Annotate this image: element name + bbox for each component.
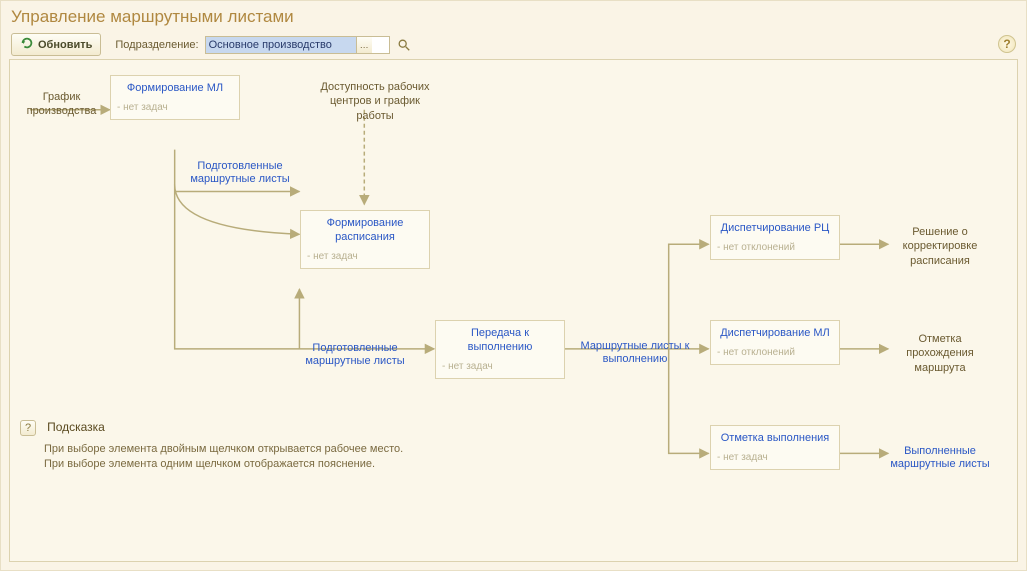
label-completed: Выполненные маршрутные листы: [885, 445, 995, 471]
hint-icon[interactable]: ?: [20, 420, 36, 436]
node-disp-rc[interactable]: Диспетчирование РЦ - нет отклонений: [710, 215, 840, 260]
node-form-sched-title: Формирование расписания: [307, 217, 423, 245]
edge-prepared-2: Подготовленные маршрутные листы: [295, 342, 415, 368]
node-form-ml-sub: - нет задач: [117, 102, 233, 113]
edge-prepared-1: Подготовленные маршрутные листы: [180, 160, 300, 186]
help-icon[interactable]: ?: [998, 35, 1016, 53]
node-transfer[interactable]: Передача к выполнению - нет задач: [435, 320, 565, 379]
node-transfer-title: Передача к выполнению: [442, 327, 558, 355]
node-form-ml[interactable]: Формирование МЛ - нет задач: [110, 75, 240, 120]
hint-line-2: При выборе элемента одним щелчком отобра…: [44, 457, 440, 472]
search-icon[interactable]: [396, 37, 412, 53]
refresh-icon: [20, 36, 34, 53]
label-input-graph: График производства: [14, 90, 109, 119]
node-transfer-sub: - нет задач: [442, 361, 558, 372]
label-route-mark: Отметка прохождения маршрута: [885, 332, 995, 375]
node-form-ml-title: Формирование МЛ: [117, 82, 233, 96]
subdivision-input-wrap: …: [205, 36, 390, 54]
node-disp-rc-title: Диспетчирование РЦ: [717, 222, 833, 236]
node-disp-ml[interactable]: Диспетчирование МЛ - нет отклонений: [710, 320, 840, 365]
hint-line-1: При выборе элемента двойным щелчком откр…: [44, 442, 440, 457]
hint-box: ? Подсказка При выборе элемента двойным …: [20, 420, 440, 472]
node-mark-done-title: Отметка выполнения: [717, 432, 833, 446]
hint-title: Подсказка: [47, 420, 105, 434]
node-mark-done[interactable]: Отметка выполнения - нет задач: [710, 425, 840, 470]
subdivision-input[interactable]: [206, 37, 356, 53]
refresh-label: Обновить: [38, 39, 92, 51]
node-mark-done-sub: - нет задач: [717, 452, 833, 463]
subdivision-ellipsis-button[interactable]: …: [356, 37, 372, 53]
subdivision-label: Подразделение:: [115, 39, 198, 51]
page-title: Управление маршрутными листами: [1, 1, 1026, 31]
label-decision: Решение о корректировке расписания: [885, 225, 995, 268]
node-form-sched[interactable]: Формирование расписания - нет задач: [300, 210, 430, 269]
node-disp-ml-sub: - нет отклонений: [717, 347, 833, 358]
label-availability: Доступность рабочих центров и график раб…: [310, 80, 440, 123]
edge-to-exec: Маршрутные листы к выполнению: [575, 340, 695, 366]
node-disp-ml-title: Диспетчирование МЛ: [717, 327, 833, 341]
node-form-sched-sub: - нет задач: [307, 251, 423, 262]
node-disp-rc-sub: - нет отклонений: [717, 242, 833, 253]
toolbar: Обновить Подразделение: …: [1, 31, 1026, 62]
hint-text: При выборе элемента двойным щелчком откр…: [44, 442, 440, 472]
refresh-button[interactable]: Обновить: [11, 33, 101, 56]
subdivision-filter: Подразделение: …: [115, 36, 411, 54]
flow-canvas: График производства Формирование МЛ - не…: [9, 59, 1018, 562]
